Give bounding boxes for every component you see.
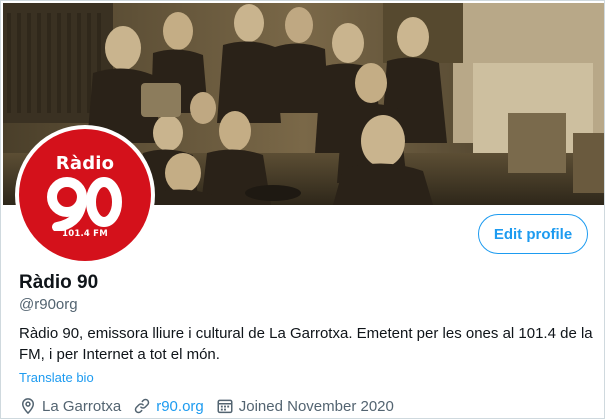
calendar-icon	[217, 399, 233, 414]
logo-90-mark	[47, 177, 122, 231]
profile-meta-row: La Garrotxa r90.org Joined November 2020	[19, 396, 406, 416]
location-pin-icon	[21, 398, 35, 415]
location-text: La Garrotxa	[42, 397, 122, 415]
website-link[interactable]: r90.org	[156, 398, 204, 415]
profile-handle: @r90org	[19, 296, 78, 313]
joined-text: Joined November 2020	[238, 397, 394, 415]
profile-avatar[interactable]: Ràdio 101.4 FM	[15, 125, 155, 265]
profile-display-name: Ràdio 90	[19, 272, 99, 293]
location-item: La Garrotxa	[19, 397, 121, 415]
logo-name-text: Ràdio	[55, 153, 115, 174]
website-item[interactable]: r90.org	[133, 397, 204, 415]
link-icon	[134, 398, 150, 414]
translate-bio-link[interactable]: Translate bio	[19, 370, 94, 385]
radio-90-logo: Ràdio 101.4 FM	[19, 129, 151, 261]
joined-item: Joined November 2020	[216, 397, 394, 415]
profile-header: Ràdio 101.4 FM Edit profile Ràdio 90 @r9…	[0, 0, 605, 419]
profile-bio: Ràdio 90, emissora lliure i cultural de …	[19, 325, 593, 363]
logo-frequency-text: 101.4 FM	[62, 229, 108, 239]
edit-profile-button[interactable]: Edit profile	[478, 214, 588, 254]
